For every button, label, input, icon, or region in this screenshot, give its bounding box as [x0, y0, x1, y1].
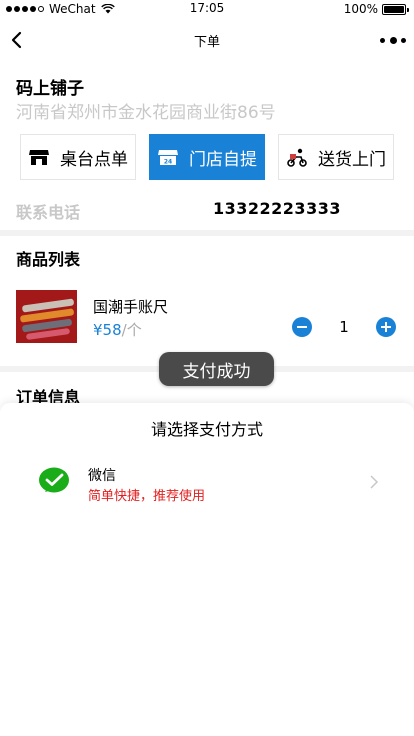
- payment-sheet-title: 请选择支付方式: [150, 420, 263, 439]
- toast-message: 支付成功: [159, 352, 274, 386]
- increase-quantity-button[interactable]: [376, 317, 396, 337]
- product-name: 国潮手账尺: [93, 298, 169, 316]
- nav-bar: 下单: [0, 20, 414, 60]
- wechat-pay-icon: [39, 467, 69, 493]
- chevron-right-icon: [370, 475, 379, 489]
- pickup-label: 门店自提: [189, 149, 257, 170]
- battery-icon: [382, 3, 409, 15]
- delivery-icon: [287, 148, 307, 167]
- goods-section: 商品列表 国潮手账尺 ¥58/个 1: [0, 236, 414, 366]
- store-name: 码上铺子: [16, 79, 84, 99]
- pickup-icon: 24: [158, 150, 178, 166]
- product-price: ¥58/个: [93, 319, 142, 340]
- store-address: 河南省郑州市金水花园商业街86号: [16, 103, 276, 123]
- delivery-button[interactable]: 送货上门: [278, 134, 394, 180]
- page-title: 下单: [193, 35, 220, 50]
- battery-percent: 100%: [343, 2, 378, 16]
- goods-title: 商品列表: [16, 250, 81, 269]
- payment-sheet: 请选择支付方式 微信 简单快捷，推荐使用: [0, 403, 414, 736]
- quantity-value: 1: [339, 318, 349, 336]
- price-unit: /个: [121, 321, 142, 339]
- dine-in-button[interactable]: 桌台点单: [20, 134, 136, 180]
- delivery-label: 送货上门: [318, 149, 386, 170]
- product-thumbnail: [16, 290, 77, 343]
- dine-in-label: 桌台点单: [60, 149, 128, 170]
- pickup-button[interactable]: 24 门店自提: [149, 134, 265, 180]
- status-right: 100%: [343, 2, 409, 16]
- price-value: ¥58: [93, 321, 122, 339]
- wechat-pay-option[interactable]: 微信 简单快捷，推荐使用: [0, 453, 414, 517]
- phone-label: 联系电话: [16, 203, 81, 222]
- svg-text:24: 24: [164, 159, 172, 166]
- payment-method-name: 微信: [88, 468, 116, 484]
- status-bar: WeChat 17:05 100%: [0, 0, 414, 20]
- store-icon: [29, 150, 49, 165]
- phone-number: 13322223333: [213, 199, 341, 218]
- decrease-quantity-button[interactable]: [292, 317, 312, 337]
- payment-method-desc: 简单快捷，推荐使用: [88, 489, 206, 504]
- more-options-icon[interactable]: [380, 32, 406, 48]
- store-section: 码上铺子 河南省郑州市金水花园商业街86号 桌台点单 24 门店自提 送货上门 …: [0, 60, 414, 230]
